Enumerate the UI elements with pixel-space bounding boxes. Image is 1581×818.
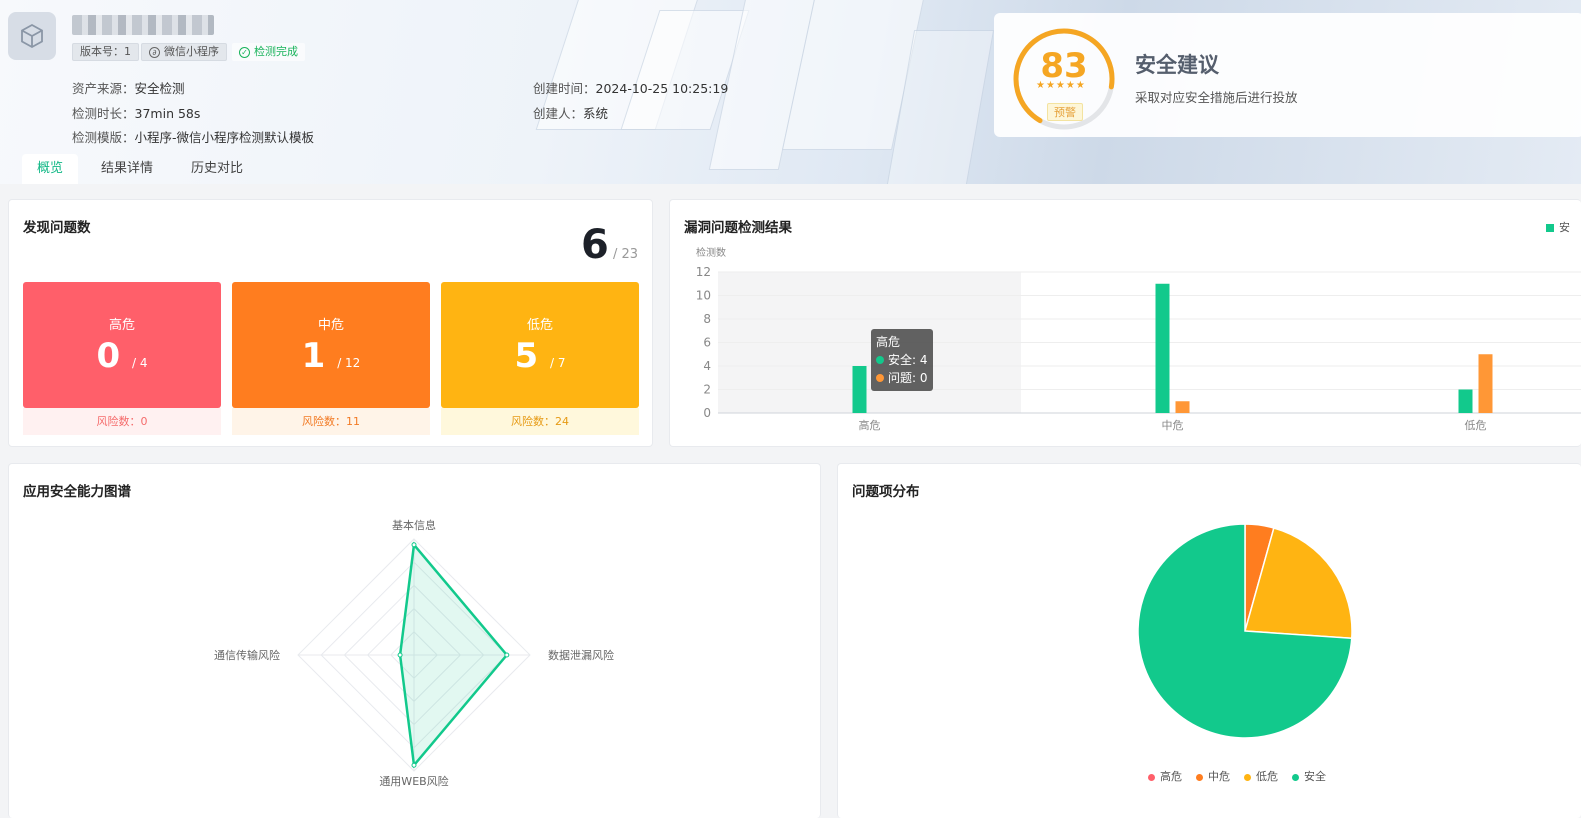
issues-total-count: / 23: [612, 247, 638, 262]
meta-creator: 创建人：系统: [533, 106, 609, 121]
risk-count-low: 风险数：24: [441, 408, 639, 435]
tab-history-compare[interactable]: 历史对比: [176, 154, 258, 184]
meta-created-time: 创建时间：2024-10-25 10:25:19: [533, 81, 729, 96]
radar-point-基本信息[interactable]: [411, 542, 417, 548]
meta-duration: 检测时长：37min 58s: [72, 106, 201, 121]
issues-panel-title: 发现问题数: [23, 220, 91, 236]
app-logo-icon: [8, 12, 56, 60]
bar-问题-中危[interactable]: [1175, 401, 1190, 413]
severity-card-medium[interactable]: 中危 1 / 12: [232, 282, 430, 408]
y-tick-label: 4: [703, 359, 711, 373]
tab-result-details[interactable]: 结果详情: [86, 154, 168, 184]
x-tick-label: 中危: [1162, 419, 1184, 432]
capability-radar-chart: 基本信息数据泄漏风险通用WEB风险 通信传输风险: [214, 518, 614, 788]
pie-panel: 问题项分布 高危 中危 低危 安全: [837, 463, 1581, 818]
risk-count-medium: 风险数：11: [232, 408, 430, 435]
bar-安全-高危[interactable]: [852, 366, 867, 413]
security-score-card: 83 ★★★★★ 预警 安全建议 采取对应安全措施后进行投放: [994, 13, 1581, 137]
severity-label: 高危: [108, 318, 135, 333]
issues-total: 6 / 23: [581, 222, 638, 268]
severity-count: 5 / 7: [514, 336, 566, 376]
radar-axis-label: 基本信息: [392, 518, 436, 532]
radar-point-数据泄漏风险[interactable]: [504, 652, 510, 658]
severity-label: 低危: [526, 318, 553, 333]
meta-template: 检测模版：小程序-微信小程序检测默认模板: [72, 130, 315, 145]
check-circle-icon: ✓: [239, 46, 250, 58]
score-title: 安全建议: [1135, 53, 1219, 77]
warning-badge: 预警: [1047, 103, 1083, 121]
bar-问题-低危[interactable]: [1478, 354, 1493, 413]
radar-axis-label: 通用WEB风险: [379, 774, 448, 788]
bar-安全-中危[interactable]: [1155, 283, 1170, 413]
tooltip-issue-row: 问题: 0: [876, 369, 928, 387]
vuln-chart-panel: 漏洞问题检测结果 安 检测数 0 2 4 6 8 10 12 高危 中危 低危 高危 安全: 4 问…: [669, 199, 1581, 447]
x-tick-label: 高危: [859, 418, 881, 432]
y-tick-label: 6: [703, 336, 711, 350]
y-tick-label: 2: [703, 383, 711, 397]
risk-count-high: 风险数：0: [23, 408, 221, 435]
severity-card-low[interactable]: 低危 5 / 7: [441, 282, 639, 408]
app-name-redacted: [72, 15, 214, 35]
pie-legend-item-中危[interactable]: 中危: [1196, 768, 1230, 784]
tab-bar: 概览 结果详情 历史对比: [22, 154, 266, 184]
radar-axis-label: 通信传输风险: [214, 648, 280, 662]
y-tick-label: 8: [703, 312, 711, 326]
tooltip-title: 高危: [876, 335, 901, 349]
y-tick-label: 12: [696, 265, 711, 279]
y-tick-label: 0: [703, 406, 711, 420]
issues-found-count: 6: [580, 222, 609, 268]
meta-source: 资产来源：安全检测: [72, 81, 185, 96]
page-header: 版本号：1 ∂ 微信小程序 ✓ 检测完成 资产来源：安全检测 检测时长：37mi…: [0, 0, 1581, 184]
vuln-bar-chart: 检测数024681012高危 中危 低危: [696, 246, 1581, 432]
x-tick-label: 低危: [1465, 419, 1487, 432]
star-rating-icon: ★★★★★: [1036, 80, 1086, 91]
radar-panel: 应用安全能力图谱 基本信息 数据泄漏风险 通用WEB风险 通信传输风险: [8, 463, 821, 818]
severity-label: 中危: [317, 318, 344, 333]
version-tag: 版本号：1: [72, 43, 139, 61]
legend-dot-icon: [1148, 773, 1155, 781]
legend-dot-icon: [1196, 773, 1203, 781]
mini-program-icon: ∂: [149, 46, 160, 58]
bar-安全-低危[interactable]: [1458, 389, 1473, 414]
issue-distribution-pie: [1137, 523, 1353, 739]
tab-overview[interactable]: 概览: [22, 154, 79, 184]
legend-dot-icon: [1292, 773, 1299, 781]
legend-dot-icon: [1244, 773, 1251, 781]
y-tick-label: 10: [696, 289, 711, 303]
radar-axis-label: 数据泄漏风险: [548, 648, 614, 662]
score-subtitle: 采取对应安全措施后进行投放: [1135, 90, 1298, 105]
radar-point-通信传输风险[interactable]: [397, 652, 403, 658]
severity-count: 1 / 12: [301, 336, 361, 376]
platform-tag: ∂ 微信小程序: [141, 43, 227, 61]
pie-legend-item-安全[interactable]: 安全: [1292, 768, 1326, 784]
y-axis-label: 检测数: [696, 246, 726, 259]
severity-card-high[interactable]: 高危 0 / 4: [23, 282, 221, 408]
pie-legend-item-高危[interactable]: 高危: [1148, 768, 1182, 784]
issues-panel: 发现问题数 6 / 23 高危 0 / 4 风险数：0 中危 1 / 12 风险…: [8, 199, 653, 447]
severity-count: 0 / 4: [96, 336, 148, 376]
tooltip-safe-row: 安全: 4: [876, 351, 928, 369]
radar-point-通用WEB风险[interactable]: [411, 762, 417, 768]
chart-tooltip: 高危 安全: 4 问题: 0: [871, 329, 933, 391]
status-tag: ✓ 检测完成: [232, 43, 305, 61]
pie-legend-item-低危[interactable]: 低危: [1244, 768, 1278, 784]
pie-legend: 高危 中危 低危 安全: [1148, 768, 1326, 784]
